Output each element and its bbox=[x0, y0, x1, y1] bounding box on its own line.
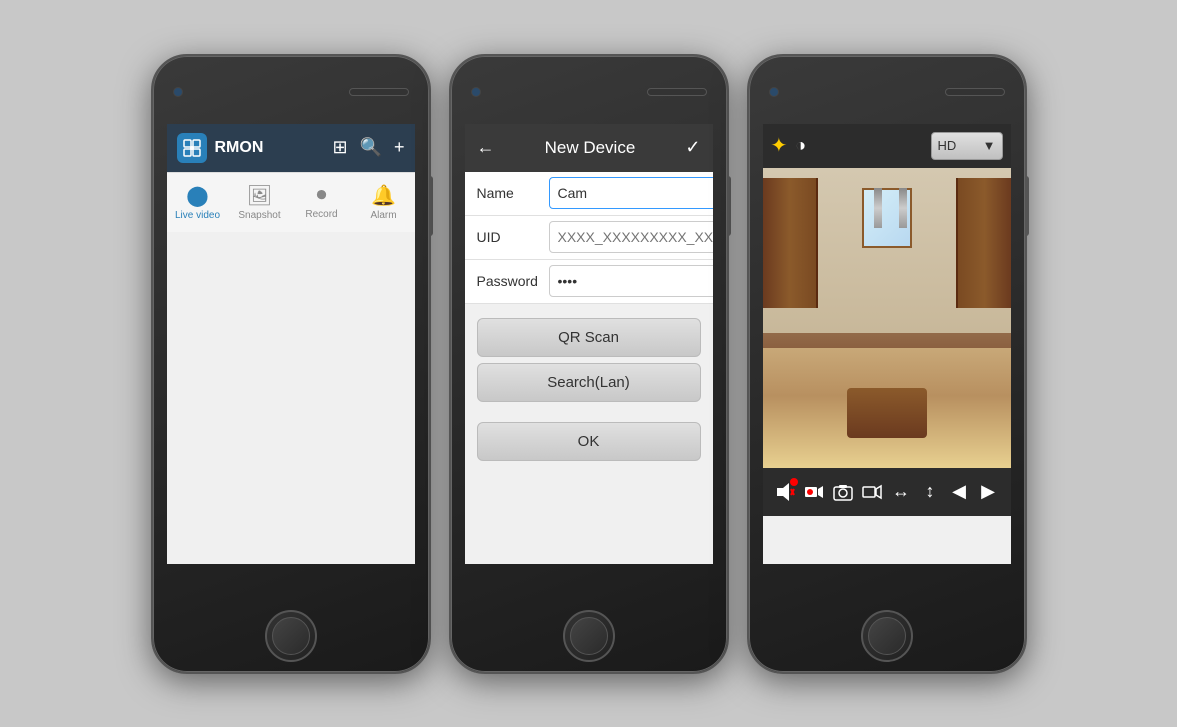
search-lan-button[interactable]: Search(Lan) bbox=[477, 363, 701, 402]
front-camera-2 bbox=[471, 87, 481, 97]
quality-selector[interactable]: HD ▼ bbox=[931, 132, 1003, 160]
phone-screen-3: ✦ ◑ HD ▼ bbox=[763, 124, 1011, 564]
alarm-icon: 🔔 bbox=[371, 183, 396, 208]
home-button-inner-1 bbox=[272, 617, 310, 655]
video-control[interactable] bbox=[858, 476, 887, 508]
phone-1: RMON ⊞ 🔍 + ⬤ Live video 🖼 Snapshot bbox=[151, 54, 431, 674]
bottom-tabs: ⬤ Live video 🖼 Snapshot ⏺ Record 🔔 Alarm bbox=[167, 172, 415, 232]
uid-row: UID bbox=[465, 216, 713, 260]
play-control[interactable]: ▶ bbox=[974, 476, 1003, 508]
camera-controls-top: ✦ ◑ HD ▼ bbox=[763, 124, 1011, 168]
password-input[interactable] bbox=[549, 265, 713, 297]
phone-2: ← New Device ✓ Name UID Password bbox=[449, 54, 729, 674]
home-button-inner-2 bbox=[570, 617, 608, 655]
front-camera-1 bbox=[173, 87, 183, 97]
phone-screen-2: ← New Device ✓ Name UID Password bbox=[465, 124, 713, 564]
contrast-icon[interactable]: ◑ bbox=[795, 135, 806, 156]
new-device-header: ← New Device ✓ bbox=[465, 124, 713, 172]
back-button[interactable]: ← bbox=[477, 137, 495, 158]
mute-control[interactable] bbox=[771, 476, 800, 508]
phone-top-bar-2 bbox=[451, 56, 727, 116]
snapshot-icon: 🖼 bbox=[247, 183, 272, 208]
new-device-form: Name UID Password bbox=[465, 172, 713, 304]
uid-input[interactable] bbox=[549, 221, 713, 253]
phone-3: ✦ ◑ HD ▼ bbox=[747, 54, 1027, 674]
new-device-title: New Device bbox=[545, 138, 636, 158]
tab-live-video[interactable]: ⬤ Live video bbox=[167, 183, 229, 221]
name-label: Name bbox=[477, 185, 549, 201]
tab-alarm[interactable]: 🔔 Alarm bbox=[353, 183, 415, 221]
cabinet-left bbox=[763, 178, 818, 308]
phone-top-bar-3 bbox=[749, 56, 1025, 116]
cabinet-right bbox=[956, 178, 1011, 308]
uid-label: UID bbox=[477, 229, 549, 245]
confirm-button[interactable]: ✓ bbox=[685, 137, 700, 158]
live-video-icon: ⬤ bbox=[186, 183, 208, 208]
app-title: RMON bbox=[215, 139, 325, 157]
kitchen-island bbox=[847, 388, 927, 438]
quality-value: HD bbox=[938, 138, 957, 153]
camera-feed bbox=[763, 168, 1011, 468]
ok-button[interactable]: OK bbox=[477, 422, 701, 461]
tab-snapshot[interactable]: 🖼 Snapshot bbox=[229, 183, 291, 221]
phones-container: RMON ⊞ 🔍 + ⬤ Live video 🖼 Snapshot bbox=[151, 54, 1027, 674]
kitchen-scene bbox=[763, 168, 1011, 468]
app-icon bbox=[177, 133, 207, 163]
record-control[interactable] bbox=[800, 476, 829, 508]
speaker-2 bbox=[647, 88, 707, 96]
add-icon[interactable]: + bbox=[394, 137, 405, 158]
front-camera-3 bbox=[769, 87, 779, 97]
flip-h-control[interactable]: ◀ bbox=[945, 476, 974, 508]
home-button-2[interactable] bbox=[563, 610, 615, 662]
snapshot-control[interactable] bbox=[829, 476, 858, 508]
move-v-control[interactable]: ↕ bbox=[916, 476, 945, 508]
speaker-1 bbox=[349, 88, 409, 96]
brightness-icon[interactable]: ✦ bbox=[771, 133, 788, 158]
search-icon[interactable]: 🔍 bbox=[360, 137, 382, 158]
action-buttons: QR Scan Search(Lan) OK bbox=[465, 304, 713, 461]
phone-screen-1: RMON ⊞ 🔍 + ⬤ Live video 🖼 Snapshot bbox=[167, 124, 415, 564]
speaker-3 bbox=[945, 88, 1005, 96]
tab-record[interactable]: ⏺ Record bbox=[291, 184, 353, 220]
record-icon: ⏺ bbox=[317, 184, 327, 207]
name-input[interactable] bbox=[549, 177, 713, 209]
app-header: RMON ⊞ 🔍 + bbox=[167, 124, 415, 172]
camera-controls-bottom: ↔ ↕ ◀ ▶ bbox=[763, 468, 1011, 516]
password-row: Password bbox=[465, 260, 713, 304]
pendant-light-1 bbox=[874, 188, 882, 228]
move-h-control[interactable]: ↔ bbox=[887, 476, 916, 508]
home-button-1[interactable] bbox=[265, 610, 317, 662]
phone-top-bar-1 bbox=[153, 56, 429, 116]
home-button-inner-3 bbox=[868, 617, 906, 655]
grid-icon[interactable]: ⊞ bbox=[332, 137, 347, 158]
pendant-light-2 bbox=[899, 188, 907, 228]
chevron-down-icon: ▼ bbox=[983, 138, 996, 153]
header-actions: ⊞ 🔍 + bbox=[332, 137, 404, 158]
name-row: Name bbox=[465, 172, 713, 216]
home-button-3[interactable] bbox=[861, 610, 913, 662]
password-label: Password bbox=[477, 273, 549, 289]
qr-scan-button[interactable]: QR Scan bbox=[477, 318, 701, 357]
